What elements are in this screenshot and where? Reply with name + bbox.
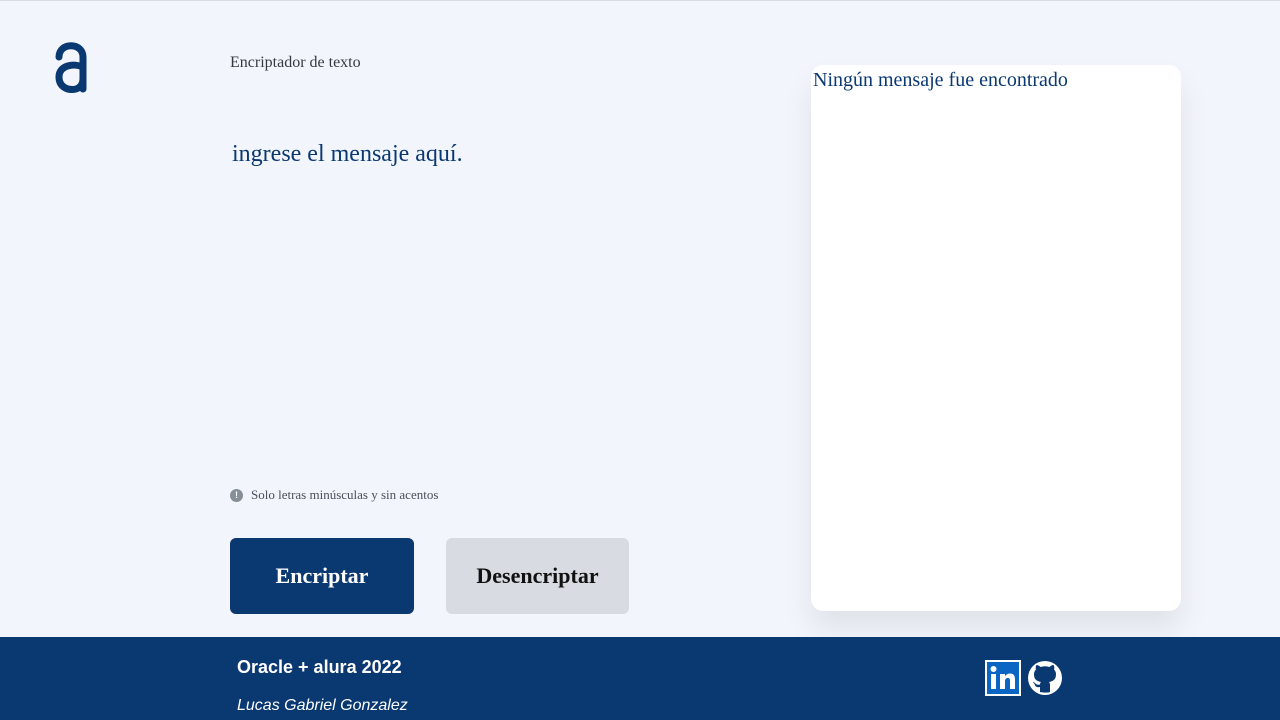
encrypt-button[interactable]: Encriptar <box>230 538 414 614</box>
page: Encriptador de texto ! Solo letras minús… <box>0 0 1280 720</box>
app-title: Encriptador de texto <box>230 54 361 71</box>
linkedin-icon[interactable] <box>985 660 1021 696</box>
message-input[interactable] <box>230 139 754 473</box>
hint: ! Solo letras minúsculas y sin acentos <box>230 487 438 503</box>
info-icon: ! <box>230 488 243 502</box>
footer-title: Oracle + alura 2022 <box>237 657 402 677</box>
output-empty-message: Ningún mensaje fue encontrado <box>813 69 1068 91</box>
output-panel: Ningún mensaje fue encontrado <box>811 65 1181 611</box>
hint-text: Solo letras minúsculas y sin acentos <box>251 487 439 502</box>
decrypt-button[interactable]: Desencriptar <box>446 538 629 614</box>
github-icon[interactable] <box>1027 660 1063 696</box>
footer-author: Lucas Gabriel Gonzalez <box>237 697 408 714</box>
alura-logo-icon[interactable] <box>54 39 88 93</box>
footer: Oracle + alura 2022 Lucas Gabriel Gonzal… <box>0 637 1280 720</box>
